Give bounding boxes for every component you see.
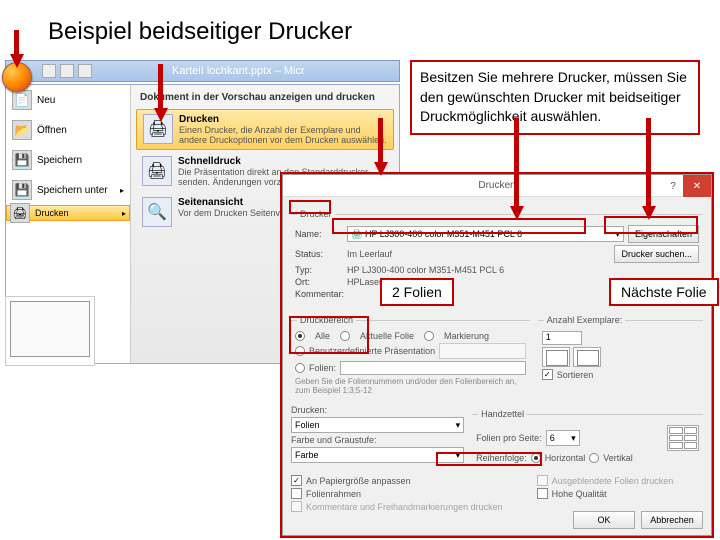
ort-label: Ort: <box>295 277 343 287</box>
menu-oeffnen-label: Öffnen <box>37 125 67 136</box>
dialog-title: Drucken <box>478 180 515 191</box>
preview-icon: 🔍 <box>142 197 172 227</box>
anpassen-label: An Papiergröße anpassen <box>306 476 411 486</box>
menu-right-heading: Dokument in der Vorschau anzeigen und dr… <box>134 88 396 107</box>
handzettel-group-label: Handzettel <box>478 409 527 419</box>
submenu-schnell-title: Schnelldruck <box>178 156 388 167</box>
printer-group-label: Drucker <box>297 209 335 219</box>
menu-speichern-unter-label: Speichern unter <box>37 185 108 196</box>
open-icon: 📂 <box>12 120 32 140</box>
folien-hint: Geben Sie die Foliennummern und/oder den… <box>295 377 526 395</box>
window-title: KarteiI lochkant.pptx – Micr <box>172 65 305 77</box>
slide-title: Beispiel beidseitiger Drucker <box>0 0 720 60</box>
radio-alle[interactable] <box>295 331 305 341</box>
submenu-drucken-desc: Einen Drucker, die Anzahl der Exemplare … <box>179 125 387 145</box>
qat-save-icon[interactable] <box>42 64 56 78</box>
qat-undo-icon[interactable] <box>60 64 74 78</box>
menu-speichern-label: Speichern <box>37 155 82 166</box>
eigenschaften-button[interactable]: Eigenschaften <box>628 225 699 243</box>
kommentar-label: Kommentar: <box>295 289 343 299</box>
menu-drucken[interactable]: 🖨Drucken▸ <box>6 205 130 221</box>
print-icon: 🖨 <box>10 203 30 223</box>
radio-folien[interactable] <box>295 363 305 373</box>
folien-label: Folien: <box>309 363 336 373</box>
submenu-drucken[interactable]: 🖨 DruckenEinen Drucker, die Anzahl der E… <box>136 109 394 150</box>
layout-preview-icon <box>667 425 699 451</box>
reihenfolge-label: Reihenfolge: <box>476 453 527 463</box>
titlebar: KarteiI lochkant.pptx – Micr <box>5 60 400 82</box>
folien-input[interactable] <box>340 361 526 375</box>
rahmen-check[interactable] <box>291 488 302 499</box>
quickprint-icon: 🖨 <box>142 156 172 186</box>
submenu-drucken-title: Drucken <box>179 114 387 125</box>
hq-label: Hohe Qualität <box>552 489 607 499</box>
abbrechen-button[interactable]: Abbrechen <box>641 511 703 529</box>
dialog-help[interactable]: ? <box>663 175 683 197</box>
ok-button[interactable]: OK <box>573 511 635 529</box>
printer-select[interactable]: 🖨 HP LJ300-400 color M351-M451 PCL 6▾ <box>347 226 624 242</box>
menu-neu-label: Neu <box>37 95 55 106</box>
collate-icon <box>542 347 570 367</box>
aktuelle-label: Aktuelle Folie <box>360 331 414 341</box>
horiz-label: Horizontal <box>545 453 586 463</box>
drucken-was-select[interactable]: Folien▾ <box>291 417 464 433</box>
menu-drucken-label: Drucken <box>35 208 69 218</box>
sortieren-check[interactable]: ✓ <box>542 369 553 380</box>
rahmen-label: Folienrahmen <box>306 489 361 499</box>
fps-label: Folien pro Seite: <box>476 433 542 443</box>
typ-label: Typ: <box>295 265 343 275</box>
name-label: Name: <box>295 229 343 239</box>
print-dialog: Drucken ? ✕ Drucker Name: 🖨 HP LJ300-400… <box>282 174 712 536</box>
callout-box: Besitzen Sie mehrere Drucker, müssen Sie… <box>410 60 700 135</box>
farbe-value: Farbe <box>295 450 319 460</box>
markierung-label: Markierung <box>444 331 489 341</box>
radio-horizontal[interactable] <box>531 453 541 463</box>
new-icon: 📄 <box>12 90 32 110</box>
fps-select[interactable]: 6▾ <box>546 430 580 446</box>
radio-markierung[interactable] <box>424 331 434 341</box>
exemplare-group-label: Anzahl Exemplare: <box>544 315 626 325</box>
benutzer-label: Benutzerdefinierte Präsentation <box>309 346 435 356</box>
ausgebl-label: Ausgeblendete Folien drucken <box>552 476 674 486</box>
exemplare-input[interactable]: 1 <box>542 331 582 345</box>
save-icon: 💾 <box>12 150 32 170</box>
status-value: Im Leerlauf <box>347 249 392 259</box>
printer-name: HP LJ300-400 color M351-M451 PCL 6 <box>365 229 522 239</box>
typ-value: HP LJ300-400 color M351-M451 PCL 6 <box>347 265 504 275</box>
drucker-suchen-button[interactable]: Drucker suchen... <box>614 245 699 263</box>
vert-label: Vertikal <box>603 453 633 463</box>
alle-label: Alle <box>315 331 330 341</box>
ausgebl-check <box>537 475 548 486</box>
collate-icon-2 <box>573 347 601 367</box>
hq-check[interactable] <box>537 488 548 499</box>
fps-value: 6 <box>550 433 555 443</box>
tag-naechste: Nächste Folie <box>609 278 719 306</box>
menu-oeffnen[interactable]: 📂 Öffnen <box>6 115 130 145</box>
radio-vertikal[interactable] <box>589 453 599 463</box>
slide-thumb-1[interactable] <box>10 301 90 357</box>
radio-aktuelle[interactable] <box>340 331 350 341</box>
farbe-label: Farbe und Graustufe: <box>291 435 381 445</box>
saveas-icon: 💾 <box>12 180 32 200</box>
farbe-select[interactable]: Farbe▾ <box>291 447 464 463</box>
menu-speichern[interactable]: 💾 Speichern <box>6 145 130 175</box>
bereich-group-label: Druckbereich <box>297 315 356 325</box>
status-label: Status: <box>295 249 343 259</box>
radio-benutzer[interactable] <box>295 346 305 356</box>
slide-thumbnails <box>5 296 95 366</box>
sortieren-label: Sortieren <box>557 370 594 380</box>
dialog-close[interactable]: ✕ <box>683 175 711 197</box>
tag-2folien: 2 Folien <box>380 278 454 306</box>
drucken-was-value: Folien <box>295 420 320 430</box>
komm-label: Kommentare und Freihandmarkierungen druc… <box>306 502 503 512</box>
benutzer-select <box>439 343 526 359</box>
menu-speichern-unter[interactable]: 💾Speichern unter▸ <box>6 175 130 205</box>
komm-check <box>291 501 302 512</box>
qat-redo-icon[interactable] <box>78 64 92 78</box>
drucken-was-label: Drucken: <box>291 405 381 415</box>
anpassen-check[interactable]: ✓ <box>291 475 302 486</box>
